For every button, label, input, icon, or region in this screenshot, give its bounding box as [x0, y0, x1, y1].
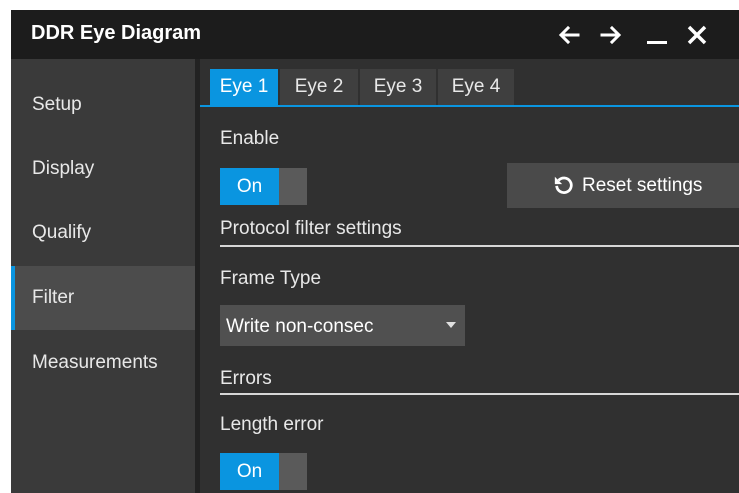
close-icon[interactable] [685, 23, 709, 47]
arrow-right-icon[interactable] [599, 23, 623, 47]
reset-settings-button[interactable]: Reset settings [507, 163, 739, 208]
sidebar-item-label: Display [32, 158, 95, 179]
length-error-toggle-state: On [220, 453, 279, 490]
frame-type-dropdown[interactable]: Write non-consec [220, 305, 465, 346]
enable-toggle-state: On [220, 168, 279, 205]
enable-label: Enable [220, 128, 280, 149]
sidebar-item-display[interactable]: Display [11, 137, 195, 201]
tab-eye-4[interactable]: Eye 4 [438, 69, 514, 105]
reset-settings-label: Reset settings [582, 175, 703, 196]
tab-bar: Eye 1 Eye 2 Eye 3 Eye 4 [200, 69, 739, 107]
errors-section-title: Errors [220, 368, 272, 389]
reset-icon [553, 174, 575, 196]
main-panel: Eye 1 Eye 2 Eye 3 Eye 4 Enable On Reset … [200, 59, 739, 493]
length-error-label: Length error [220, 414, 324, 435]
sidebar-item-filter[interactable]: Filter [11, 266, 195, 330]
section-divider [220, 245, 739, 247]
tab-eye-3[interactable]: Eye 3 [360, 69, 436, 105]
protocol-filter-section-title: Protocol filter settings [220, 218, 402, 239]
sidebar-item-label: Qualify [32, 222, 92, 243]
title-bar: DDR Eye Diagram [11, 10, 739, 59]
sidebar-item-label: Measurements [32, 352, 158, 373]
sidebar-item-label: Filter [32, 287, 75, 308]
length-error-toggle[interactable]: On [220, 453, 307, 490]
tab-eye-1[interactable]: Eye 1 [210, 69, 278, 105]
sidebar-item-qualify[interactable]: Qualify [11, 201, 195, 265]
minimize-icon[interactable] [645, 23, 669, 47]
toggle-knob [279, 453, 307, 490]
chevron-down-icon [446, 322, 456, 328]
sidebar-item-label: Setup [32, 94, 82, 115]
sidebar-item-measurements[interactable]: Measurements [11, 331, 195, 395]
tab-eye-2[interactable]: Eye 2 [280, 69, 358, 105]
section-divider [220, 393, 739, 395]
enable-toggle[interactable]: On [220, 168, 307, 205]
arrow-left-icon[interactable] [557, 23, 581, 47]
sidebar-item-setup[interactable]: Setup [11, 73, 195, 137]
toggle-knob [279, 168, 307, 205]
frame-type-value: Write non-consec [226, 316, 374, 337]
window-title: DDR Eye Diagram [31, 22, 202, 44]
sidebar: Setup Display Qualify Filter Measurement… [11, 59, 195, 493]
frame-type-label: Frame Type [220, 268, 322, 289]
dialog-window: DDR Eye Diagram Setup Display Qualify Fi… [11, 10, 739, 493]
